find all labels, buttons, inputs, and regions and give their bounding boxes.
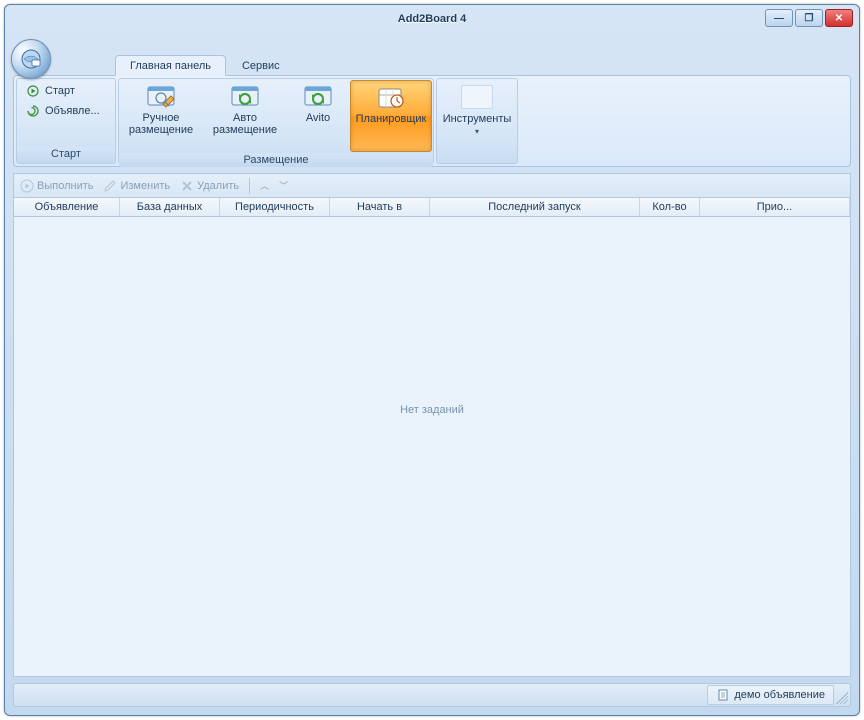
maximize-button[interactable]: ❐	[795, 9, 823, 27]
tools-icon	[461, 85, 493, 109]
app-window: Add2Board 4 — ❐ ✕ Главная панель Сервис	[4, 4, 860, 716]
ads-button[interactable]: Объявле...	[21, 101, 101, 121]
col-ad[interactable]: Объявление	[14, 198, 120, 216]
group-start-label: Старт	[17, 147, 115, 163]
edit-label: Изменить	[120, 180, 170, 192]
tab-main-panel[interactable]: Главная панель	[115, 55, 226, 76]
up-arrow-button[interactable]: ︿	[260, 179, 269, 192]
scheduler-icon	[375, 85, 407, 111]
col-count[interactable]: Кол-во	[640, 198, 700, 216]
toolbar-separator	[249, 178, 250, 194]
ribbon-group-tools: Инструменты ▾	[436, 78, 518, 164]
chevron-down-icon: ▾	[475, 127, 479, 136]
ribbon-group-start: Старт Объявле... Старт	[16, 78, 116, 164]
statusbar: демо объявление	[13, 683, 851, 707]
ads-label: Объявле...	[45, 105, 100, 117]
auto-icon	[229, 84, 261, 110]
scheduler-toolbar: Выполнить Изменить Удалить ︿ ﹀	[13, 173, 851, 197]
avito-icon	[302, 84, 334, 110]
spiral-icon	[25, 103, 41, 119]
empty-message: Нет заданий	[400, 404, 464, 416]
start-button[interactable]: Старт	[21, 81, 101, 101]
play-circle-icon	[20, 179, 34, 193]
down-arrow-button[interactable]: ﹀	[279, 179, 288, 192]
minimize-button[interactable]: —	[765, 9, 793, 27]
window-controls: — ❐ ✕	[765, 9, 853, 27]
manual-icon	[145, 84, 177, 110]
auto-placement-button[interactable]: Авто размещение	[204, 80, 286, 152]
col-db[interactable]: База данных	[120, 198, 220, 216]
execute-button[interactable]: Выполнить	[20, 179, 93, 193]
grid-body[interactable]: Нет заданий	[13, 217, 851, 677]
app-icon	[19, 47, 43, 71]
tools-label: Инструменты	[443, 113, 512, 125]
col-start-at[interactable]: Начать в	[330, 198, 430, 216]
execute-label: Выполнить	[37, 180, 93, 192]
avito-label: Avito	[306, 112, 330, 124]
start-label: Старт	[45, 85, 75, 97]
delete-button[interactable]: Удалить	[180, 179, 239, 193]
app-menu-orb[interactable]	[11, 39, 51, 79]
ribbon-group-placement: Ручное размещение Авто размещение Avito	[118, 78, 434, 164]
edit-button[interactable]: Изменить	[103, 179, 170, 193]
window-title: Add2Board 4	[398, 13, 466, 25]
pencil-icon	[103, 179, 117, 193]
status-demo-ad[interactable]: демо объявление	[707, 685, 834, 705]
document-icon	[716, 688, 730, 702]
manual-placement-button[interactable]: Ручное размещение	[120, 80, 202, 152]
ribbon-tabs: Главная панель Сервис	[59, 51, 859, 75]
x-icon	[180, 179, 194, 193]
manual-label: Ручное размещение	[129, 112, 193, 136]
tools-dropdown[interactable]: Инструменты ▾	[439, 81, 515, 153]
close-button[interactable]: ✕	[825, 9, 853, 27]
col-last-run[interactable]: Последний запуск	[430, 198, 640, 216]
col-period[interactable]: Периодичность	[220, 198, 330, 216]
avito-button[interactable]: Avito	[288, 80, 348, 152]
grid-header: Объявление База данных Периодичность Нач…	[13, 197, 851, 217]
scheduler-label: Планировщик	[356, 113, 427, 125]
auto-label: Авто размещение	[213, 112, 277, 136]
scheduler-button[interactable]: Планировщик	[350, 80, 432, 152]
play-icon	[25, 83, 41, 99]
delete-label: Удалить	[197, 180, 239, 192]
resize-grip[interactable]	[836, 692, 848, 704]
titlebar: Add2Board 4 — ❐ ✕	[5, 5, 859, 33]
col-priority[interactable]: Прио...	[700, 198, 850, 216]
status-demo-label: демо объявление	[734, 689, 825, 701]
group-placement-label: Размещение	[119, 153, 433, 167]
tab-service[interactable]: Сервис	[228, 56, 294, 75]
ribbon: Старт Объявле... Старт	[13, 75, 851, 167]
